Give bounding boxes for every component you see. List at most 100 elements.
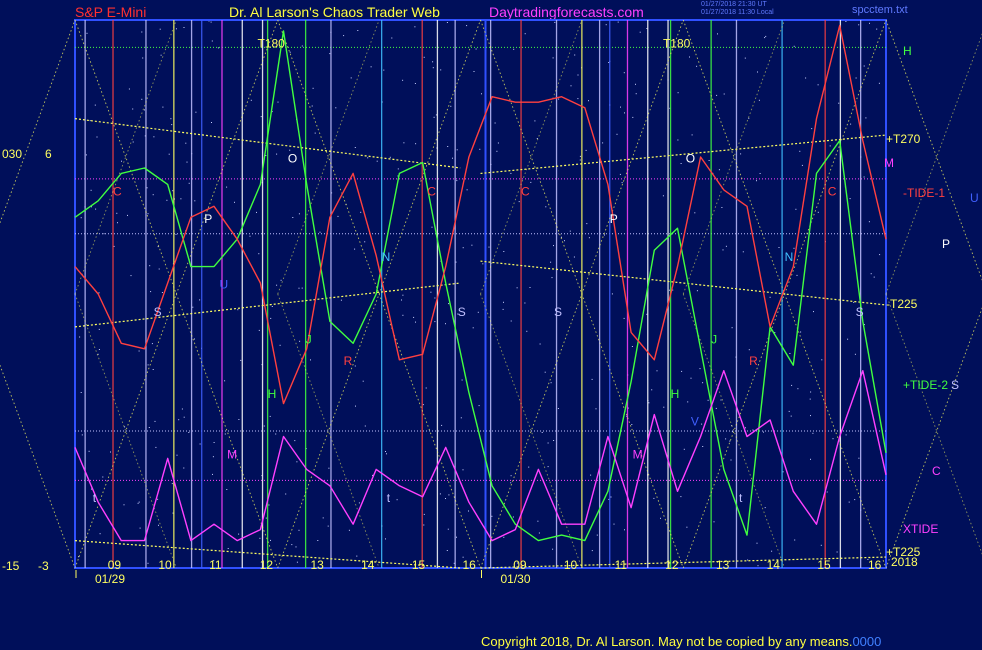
star-dot: [691, 134, 693, 136]
star-dot: [354, 365, 356, 367]
star-dot: [159, 28, 161, 30]
star-dot: [364, 425, 366, 427]
star-dot: [415, 143, 417, 145]
star-dot: [717, 33, 718, 35]
star-dot: [292, 217, 294, 218]
chart-marker-label: t: [387, 491, 391, 505]
chart-marker-label: V: [691, 415, 699, 429]
star-dot: [797, 388, 799, 390]
tide-chart: T180 T180CPOUSJRHMNCSt tCSPOHMVJRNCSt09 10 1…: [0, 19, 982, 586]
chart-marker-label: C: [113, 184, 122, 198]
right-series-label: H: [903, 44, 912, 58]
star-dot: [96, 136, 98, 138]
star-dot: [809, 398, 811, 400]
star-dot: [128, 88, 130, 90]
star-dot: [296, 561, 298, 563]
star-dot: [610, 496, 612, 498]
star-dot: [752, 429, 754, 431]
star-dot: [660, 517, 661, 519]
star-dot: [258, 253, 260, 255]
star-dot: [620, 106, 621, 108]
star-dot: [397, 168, 399, 170]
star-dot: [619, 173, 621, 175]
star-dot: [446, 22, 448, 23]
star-dot: [224, 380, 226, 382]
star-dot: [85, 154, 87, 156]
series-line: [74, 24, 887, 405]
star-dot: [150, 291, 152, 293]
star-dot: [870, 273, 872, 275]
star-dot: [869, 22, 870, 24]
chart-marker-label: T180: [257, 36, 285, 50]
hour-tick-label: 09: [108, 558, 122, 572]
star-dot: [716, 94, 718, 96]
star-dot: [854, 353, 856, 355]
chart-marker-label: S: [856, 305, 864, 319]
star-dot: [194, 338, 195, 340]
star-dot: [268, 504, 270, 506]
star-dot: [434, 297, 436, 299]
star-dot: [529, 287, 531, 288]
star-dot: [586, 223, 588, 225]
star-dot: [502, 308, 504, 310]
star-dot: [771, 550, 773, 552]
star-dot: [86, 32, 88, 34]
star-dot: [117, 222, 118, 224]
star-dot: [853, 301, 855, 303]
hour-tick-label: 11: [209, 558, 222, 572]
star-dot: [701, 423, 703, 425]
diamond-diagonal-up: [0, 19, 76, 225]
star-dot: [142, 57, 144, 59]
star-dot: [170, 118, 172, 120]
chart-marker-label: H: [268, 387, 277, 401]
star-dot: [510, 320, 512, 322]
star-dot: [569, 230, 571, 232]
star-dot: [547, 466, 549, 468]
star-dot: [402, 294, 404, 296]
star-dot: [328, 467, 330, 469]
star-dot: [151, 343, 153, 345]
star-dot: [423, 56, 425, 58]
star-dot: [234, 201, 235, 203]
star-dot: [608, 62, 610, 63]
chart-marker-label: U: [219, 278, 228, 292]
hour-tick-label: 15: [817, 558, 831, 572]
right-series-label: 2018: [891, 555, 918, 569]
star-dot: [858, 24, 860, 26]
star-dot: [121, 160, 122, 162]
star-dot: [838, 102, 840, 104]
star-dot: [602, 142, 604, 144]
star-dot: [275, 433, 277, 435]
star-dot: [611, 293, 613, 295]
star-dot: [631, 424, 633, 425]
star-dot: [687, 401, 689, 403]
star-dot: [270, 539, 271, 541]
star-dot: [298, 529, 300, 531]
star-dot: [294, 440, 296, 442]
star-dot: [217, 47, 219, 49]
star-dot: [447, 528, 449, 530]
star-dot: [224, 433, 226, 435]
star-dot: [343, 35, 345, 37]
star-dot: [588, 100, 589, 102]
star-dot: [180, 198, 182, 200]
star-dot: [127, 214, 128, 216]
star-dot: [139, 527, 141, 529]
star-dot: [192, 306, 194, 308]
star-dot: [845, 434, 847, 436]
star-dot: [873, 276, 875, 278]
star-dot: [195, 111, 197, 113]
star-dot: [166, 199, 168, 201]
star-dot: [441, 424, 443, 426]
star-dot: [512, 516, 514, 518]
star-dot: [249, 235, 251, 237]
star-dot: [491, 515, 493, 517]
star-dot: [497, 142, 499, 144]
star-dot: [171, 124, 173, 126]
star-dot: [663, 406, 665, 408]
star-dot: [146, 187, 148, 189]
star-dot: [319, 231, 321, 233]
grid-lines: [0, 19, 982, 569]
star-dot: [836, 551, 838, 553]
star-dot: [211, 40, 213, 42]
